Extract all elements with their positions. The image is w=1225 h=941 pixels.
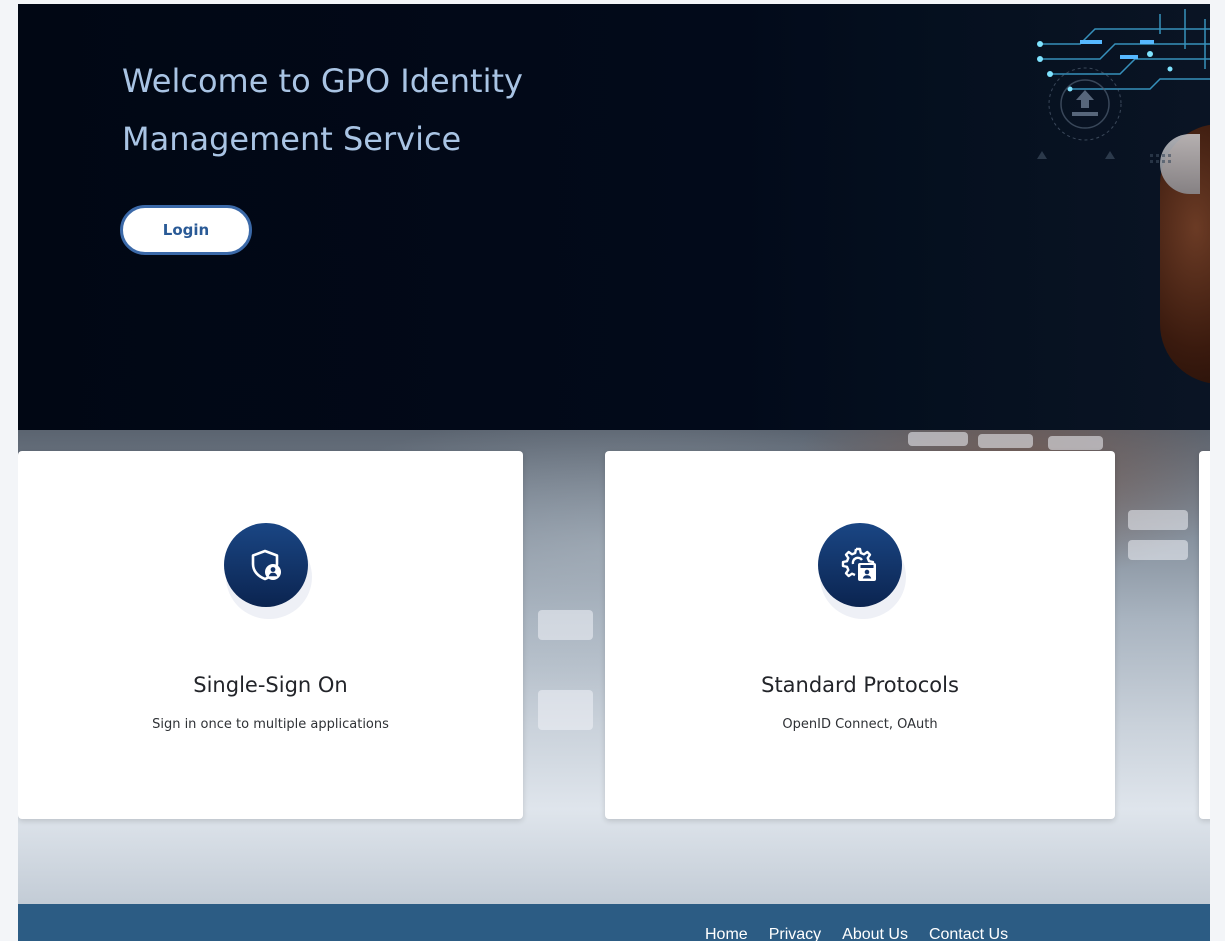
features-section: Single-Sign On Sign in once to multiple … [18,430,1210,904]
gear-badge-icon [818,523,902,607]
hero-title-line-2: Management Service [122,120,462,158]
footer-link-privacy[interactable]: Privacy [769,926,821,941]
keyboard-key-decoration [538,690,593,730]
footer: Home Privacy About Us Contact Us [18,904,1210,941]
footer-link-contact-us[interactable]: Contact Us [929,926,1008,941]
keyboard-key-decoration [1128,510,1188,530]
feature-card-standard-protocols: Standard Protocols OpenID Connect, OAuth [605,451,1115,819]
login-button[interactable]: Login [120,205,252,255]
keyboard-key-decoration [1128,540,1188,560]
feature-card-single-sign-on: Single-Sign On Sign in once to multiple … [18,451,523,819]
hero-banner: Welcome to GPO Identity Management Servi… [18,4,1210,430]
hero-title-line-1: Welcome to GPO Identity [122,62,523,100]
keyboard-key-decoration [908,432,968,446]
footer-link-about-us[interactable]: About Us [842,926,908,941]
circuit-graphic [1037,9,1210,163]
hero-title: Welcome to GPO Identity Management Servi… [122,52,642,168]
feature-description: Sign in once to multiple applications [152,717,389,732]
keyboard-key-decoration [978,434,1033,448]
feature-description: OpenID Connect, OAuth [782,717,938,732]
footer-link-home[interactable]: Home [705,926,748,941]
feature-title: Standard Protocols [761,673,959,697]
shield-user-icon [224,523,308,607]
landing-page: Welcome to GPO Identity Management Servi… [18,4,1210,941]
feature-card-partial [1199,451,1210,819]
feature-title: Single-Sign On [193,673,348,697]
keyboard-key-decoration [538,610,593,640]
feature-icon-container [818,523,906,619]
keyboard-key-decoration [1048,436,1103,450]
feature-icon-container [224,523,312,619]
footer-nav: Home Privacy About Us Contact Us [705,926,1008,941]
